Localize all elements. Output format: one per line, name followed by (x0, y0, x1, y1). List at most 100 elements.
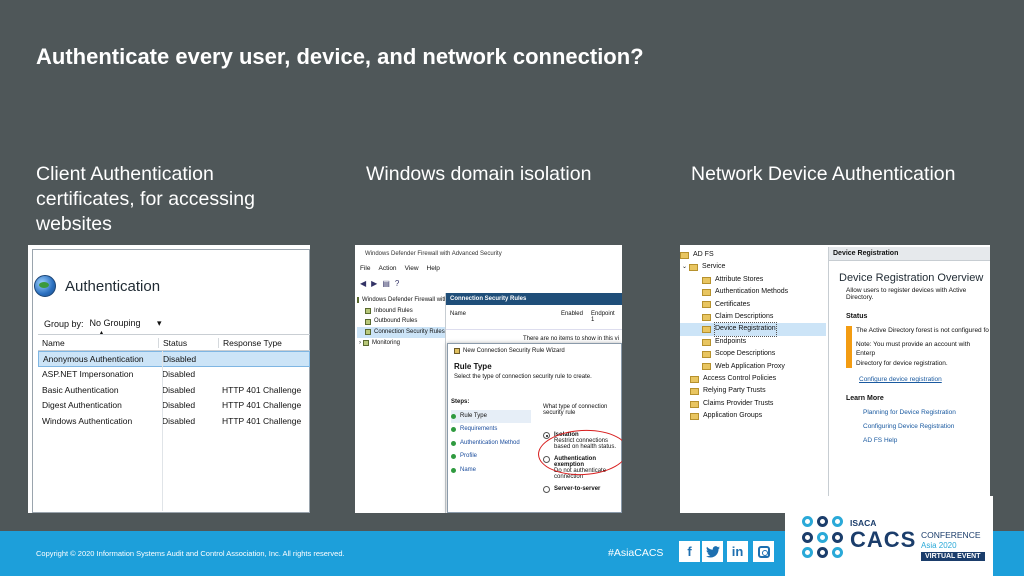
twitter-icon[interactable] (702, 541, 723, 562)
tree-item-access-control-policies[interactable]: Access Control Policies (680, 373, 826, 385)
row-response: HTTP 401 Challenge (222, 384, 302, 395)
instagram-icon[interactable] (753, 541, 774, 562)
column-header-name[interactable]: Name (38, 338, 158, 348)
adfs-help-link[interactable]: AD FS Help (863, 434, 990, 448)
menu-file[interactable]: File (360, 265, 370, 272)
hashtag-text: #AsiaCACS (608, 547, 664, 559)
row-status: Disabled (163, 353, 197, 364)
configuring-link[interactable]: Configuring Device Registration (863, 420, 990, 434)
configure-device-registration-link[interactable]: Configure device registration (829, 368, 990, 383)
option-title: Server-to-server (554, 486, 601, 492)
tree-item-relying-party-trusts[interactable]: Relying Party Trusts (680, 385, 826, 397)
step-rule-type[interactable]: Rule Type (451, 409, 531, 423)
tree-item-monitoring[interactable]: › Monitoring (357, 338, 445, 349)
tree-item-claims-provider-trusts[interactable]: Claims Provider Trusts (680, 398, 826, 410)
row-name: Anonymous Authentication (43, 353, 144, 364)
step-profile[interactable]: Profile (451, 450, 531, 464)
row-status: Disabled (162, 415, 196, 426)
isaca-cacs-logo: ISACA CACS CONFERENCE Asia 2020 VIRTUAL … (785, 496, 993, 576)
tree-item-label: Windows Defender Firewall with (362, 297, 448, 303)
firewall-icon (357, 297, 359, 304)
copyright-text: Copyright © 2020 Information Systems Aud… (36, 549, 345, 558)
wizard-steps: Steps: Rule Type Requirements Authentica… (451, 396, 531, 512)
menu-view[interactable]: View (405, 265, 419, 272)
firewall-tree: Windows Defender Firewall with Inbound R… (357, 295, 448, 349)
tree-item-root[interactable]: Windows Defender Firewall with (357, 295, 448, 306)
step-authentication-method[interactable]: Authentication Method (451, 437, 531, 451)
tree-item-scope-descriptions[interactable]: Scope Descriptions (680, 348, 826, 360)
chevron-right-icon[interactable]: › (359, 338, 361, 349)
table-row[interactable]: Anonymous Authentication Disabled (38, 351, 310, 367)
tree-item-connection-security[interactable]: Connection Security Rules (357, 327, 445, 338)
column-header-endpoint[interactable]: Endpoint 1 (591, 311, 618, 323)
option-server-to-server[interactable]: Server-to-server (543, 486, 621, 493)
table-row[interactable]: Windows Authentication Disabled HTTP 401… (38, 413, 310, 429)
group-by-label: Group by: (44, 318, 84, 329)
step-name[interactable]: Name (451, 464, 531, 478)
tree-item-application-groups[interactable]: Application Groups (680, 410, 826, 422)
tree-item-endpoints[interactable]: Endpoints (680, 336, 826, 348)
iis-header: Authentication (34, 275, 160, 297)
step-requirements[interactable]: Requirements (451, 423, 531, 437)
logo-cacs: CACS (850, 527, 917, 552)
iis-title: Authentication (65, 277, 161, 295)
folder-icon (690, 388, 699, 396)
tree-item-service[interactable]: ⌄ Service (680, 261, 826, 273)
folder-icon (680, 251, 689, 259)
folder-icon (702, 350, 711, 358)
tree-item-certificates[interactable]: Certificates (680, 299, 826, 311)
learn-more-links: Planning for Device Registration Configu… (829, 402, 990, 448)
table-row[interactable]: Digest Authentication Disabled HTTP 401 … (38, 398, 310, 414)
step-bullet-icon (451, 467, 456, 473)
logo-virtual-badge: VIRTUAL EVENT (921, 552, 985, 561)
column-header-enabled[interactable]: Enabled (561, 311, 591, 323)
folder-icon (702, 276, 711, 284)
folder-icon (702, 313, 711, 321)
menu-action[interactable]: Action (378, 265, 396, 272)
tree-item-label: Relying Party Trusts (703, 387, 766, 395)
tree-item-adfs[interactable]: AD FS (680, 249, 826, 261)
column-header-status[interactable]: Status (158, 337, 218, 348)
column-header-name[interactable]: Name (450, 311, 561, 323)
back-arrow-icon[interactable]: ◀ (360, 279, 366, 288)
group-by-select[interactable]: No Grouping ▾ (90, 318, 162, 329)
empty-list-message: There are no items to show in this vi (522, 336, 619, 342)
caption-client-authentication: Client Authentication certificates, for … (36, 163, 255, 235)
rules-columns: Name Enabled Endpoint 1 (446, 305, 622, 330)
device-registration-pane: Device Registration Device Registration … (828, 247, 990, 513)
tree-item-label: Claim Descriptions (715, 313, 774, 321)
linkedin-icon[interactable]: in (727, 541, 748, 562)
tree-item-authentication-methods[interactable]: Authentication Methods (680, 286, 826, 298)
monitor-icon (363, 340, 369, 347)
radio-server-to-server[interactable] (543, 486, 550, 493)
rules-icon (365, 329, 371, 336)
overview-subtext: Allow users to register devices with Act… (846, 287, 967, 301)
logo-conference: CONFERENCE (921, 530, 981, 540)
column-header-response-type[interactable]: Response Type (218, 337, 308, 348)
table-row[interactable]: Basic Authentication Disabled HTTP 401 C… (38, 382, 310, 398)
help-icon[interactable]: ? (395, 279, 399, 288)
tree-item-label: Outbound Rules (374, 318, 418, 325)
facebook-icon[interactable]: f (679, 541, 700, 562)
tree-item-label: Endpoints (715, 337, 747, 345)
menu-help[interactable]: Help (427, 265, 440, 272)
status-warning-box: The Active Directory forest is not confi… (846, 326, 990, 368)
table-row[interactable]: ASP.NET Impersonation Disabled (38, 367, 310, 383)
tree-item-label: AD FS (693, 251, 714, 258)
folder-icon[interactable]: ▤ (382, 279, 390, 288)
tree-item-outbound[interactable]: Outbound Rules (357, 316, 445, 327)
tree-item-inbound[interactable]: Inbound Rules (357, 306, 445, 317)
step-label: Authentication Method (460, 439, 520, 446)
row-status: Disabled (162, 369, 196, 380)
wizard-description: Select the type of connection security r… (454, 374, 592, 380)
tree-item-label: Inbound Rules (374, 307, 413, 314)
forward-arrow-icon[interactable]: ▶ (371, 279, 377, 288)
tree-item-claim-descriptions[interactable]: Claim Descriptions (680, 311, 826, 323)
tree-item-label: Access Control Policies (703, 375, 777, 383)
chevron-down-icon[interactable]: ⌄ (682, 261, 687, 273)
planning-link[interactable]: Planning for Device Registration (863, 406, 990, 420)
auth-table: Name Status Response Type Anonymous Auth… (38, 334, 310, 429)
tree-item-device-registration[interactable]: Device Registration (680, 322, 826, 337)
tree-item-web-application-proxy[interactable]: Web Application Proxy (680, 361, 826, 373)
tree-item-attribute-stores[interactable]: Attribute Stores (680, 274, 826, 286)
